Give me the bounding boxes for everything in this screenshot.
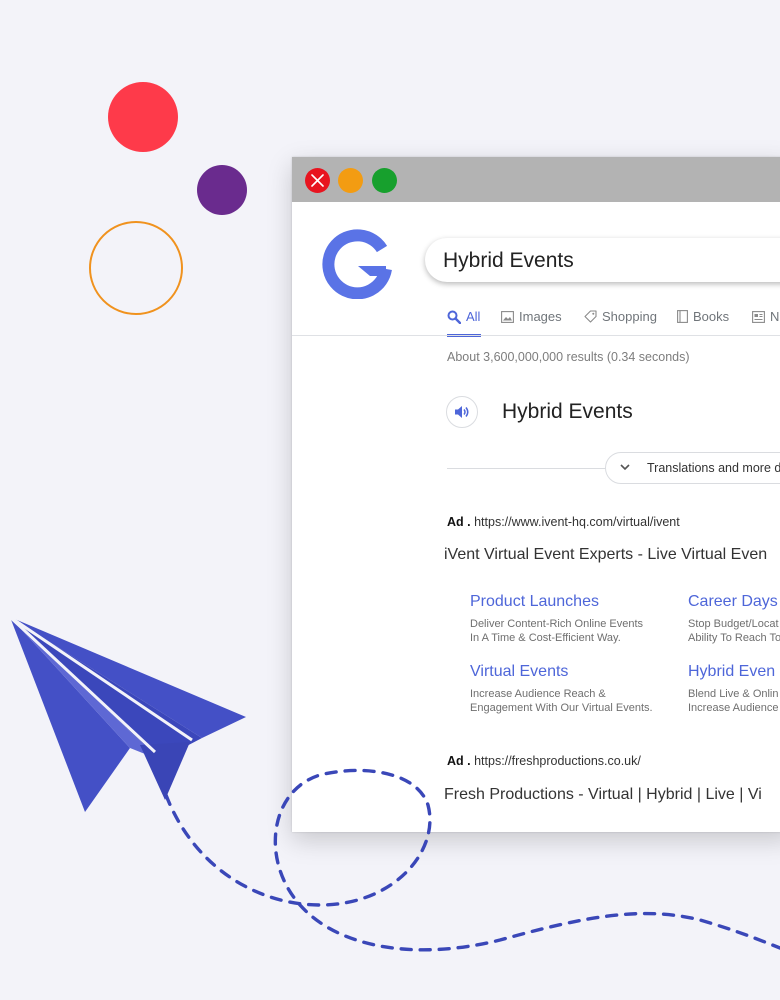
dashed-flight-path	[164, 768, 780, 952]
paper-plane-icon	[8, 615, 246, 812]
decoration-layer	[8, 615, 780, 952]
